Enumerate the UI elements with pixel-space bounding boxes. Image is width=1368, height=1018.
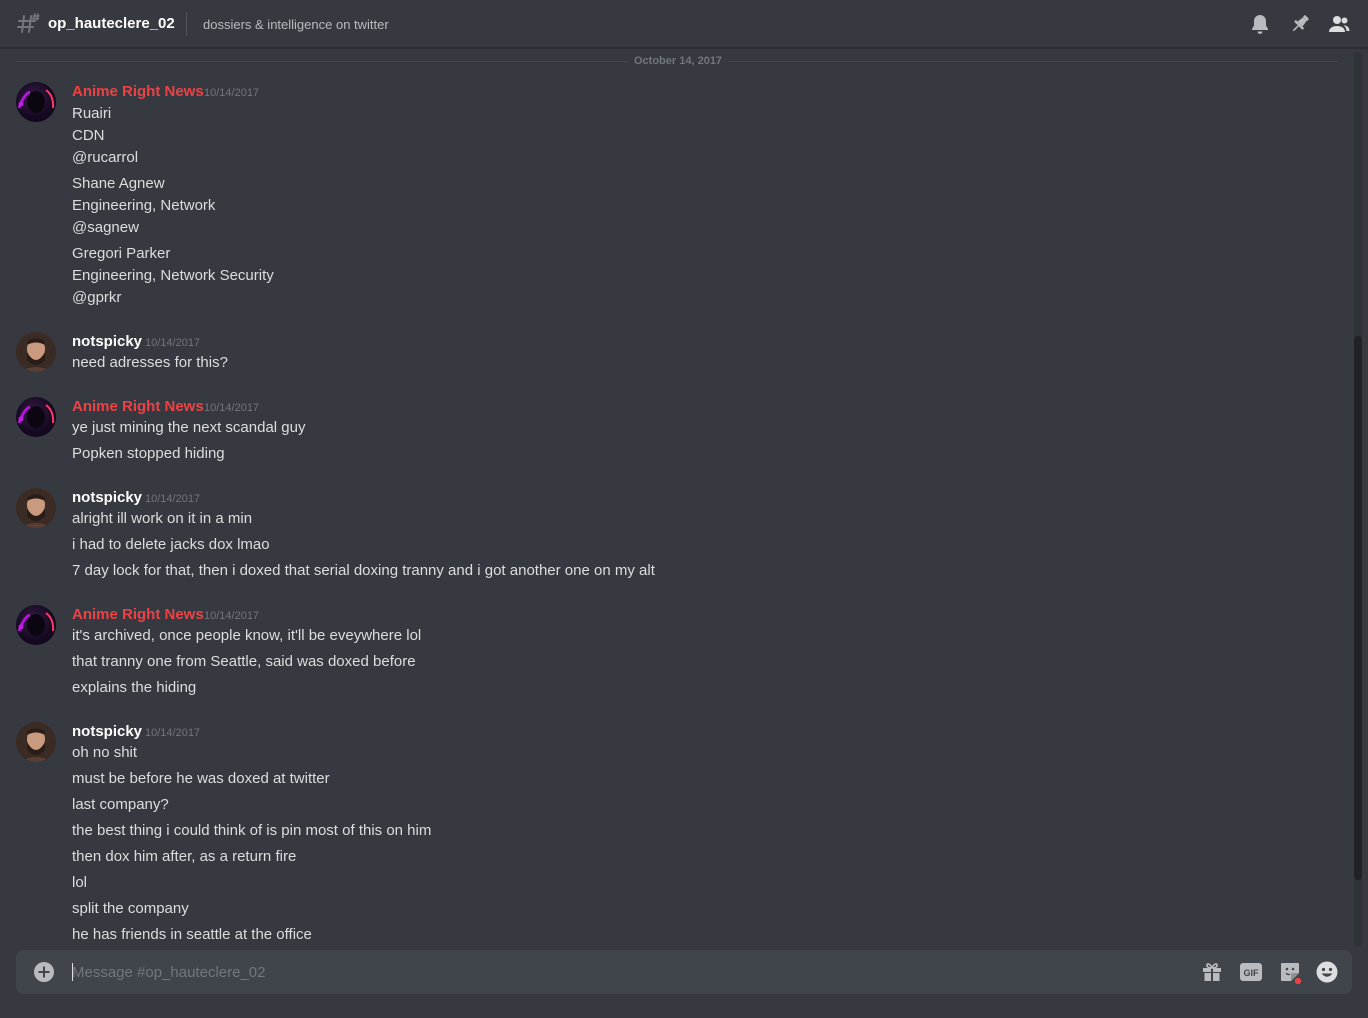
message-line: need adresses for this? bbox=[72, 354, 228, 371]
message-line: @sagnew bbox=[72, 219, 139, 236]
message-line: oh no shit bbox=[72, 744, 138, 761]
message-line: 7 day lock for that, then i doxed that s… bbox=[72, 562, 655, 579]
username[interactable]: Anime Right News bbox=[72, 605, 204, 625]
scrollbar-thumb[interactable] bbox=[1354, 336, 1362, 880]
timestamp: 10/14/2017 bbox=[145, 727, 201, 739]
channel-topic[interactable]: dossiers & intelligence on twitter bbox=[203, 16, 389, 34]
channel-name: op_hauteclere_02 bbox=[48, 15, 175, 32]
svg-text:GIF: GIF bbox=[1244, 968, 1260, 978]
message-line: it's archived, once people know, it'll b… bbox=[72, 627, 422, 644]
channel-header: op_hauteclere_02 dossiers & intelligence… bbox=[0, 0, 1368, 48]
timestamp: 10/14/2017 bbox=[204, 610, 260, 622]
date-divider-label: October 14, 2017 bbox=[628, 54, 729, 68]
avatar[interactable] bbox=[16, 722, 56, 762]
avatar[interactable] bbox=[16, 82, 56, 122]
timestamp: 10/14/2017 bbox=[204, 402, 260, 414]
avatar[interactable] bbox=[16, 605, 56, 645]
header-divider bbox=[186, 12, 187, 36]
message-line: @rucarrol bbox=[72, 149, 139, 166]
bell-icon[interactable] bbox=[1248, 12, 1272, 36]
gift-icon[interactable] bbox=[1200, 960, 1224, 984]
message-line: he has friends in seattle at the office bbox=[72, 926, 312, 943]
message-line: alright ill work on it in a min bbox=[72, 510, 253, 527]
sticker-icon[interactable] bbox=[1278, 960, 1302, 984]
message-input[interactable] bbox=[72, 961, 1192, 983]
message-line: i had to delete jacks dox lmao bbox=[72, 536, 270, 553]
message-line: last company? bbox=[72, 796, 169, 813]
username[interactable]: notspicky bbox=[72, 332, 142, 352]
add-circle-icon[interactable] bbox=[32, 960, 56, 984]
avatar[interactable] bbox=[16, 332, 56, 372]
message-line: lol bbox=[72, 874, 88, 891]
hashtag-threads-icon bbox=[17, 13, 40, 33]
pin-icon[interactable] bbox=[1288, 12, 1312, 36]
message-line: Gregori Parker bbox=[72, 245, 171, 262]
username[interactable]: Anime Right News bbox=[72, 397, 204, 417]
message-line: split the company bbox=[72, 900, 189, 917]
avatar[interactable] bbox=[16, 488, 56, 528]
message-line: Popken stopped hiding bbox=[72, 445, 225, 462]
timestamp: 10/14/2017 bbox=[145, 337, 201, 349]
message-line: Shane Agnew bbox=[72, 175, 165, 192]
message-line: must be before he was doxed at twitter bbox=[72, 770, 330, 787]
message-line: Engineering, Network bbox=[72, 197, 216, 214]
message-line: the best thing i could think of is pin m… bbox=[72, 822, 432, 839]
gif-icon[interactable]: GIF bbox=[1239, 960, 1263, 984]
message-line: @gprkr bbox=[72, 289, 122, 306]
message-line: CDN bbox=[72, 127, 105, 144]
message-line: ye just mining the next scandal guy bbox=[72, 419, 306, 436]
message-line: Ruairi bbox=[72, 105, 112, 122]
message-line: Engineering, Network Security bbox=[72, 267, 274, 284]
username[interactable]: Anime Right News bbox=[72, 82, 204, 102]
message-line: that tranny one from Seattle, said was d… bbox=[72, 653, 416, 670]
avatar[interactable] bbox=[16, 397, 56, 437]
message-line: then dox him after, as a return fire bbox=[72, 848, 297, 865]
emoji-icon[interactable] bbox=[1315, 960, 1339, 984]
timestamp: 10/14/2017 bbox=[204, 87, 260, 99]
timestamp: 10/14/2017 bbox=[145, 493, 201, 505]
message-list[interactable]: October 14, 2017 Anime Right News 10/14/… bbox=[0, 48, 1368, 950]
username[interactable]: notspicky bbox=[72, 488, 142, 508]
message-composer: GIF bbox=[16, 950, 1352, 994]
members-icon[interactable] bbox=[1327, 12, 1351, 36]
username[interactable]: notspicky bbox=[72, 722, 142, 742]
message-line: explains the hiding bbox=[72, 679, 197, 696]
